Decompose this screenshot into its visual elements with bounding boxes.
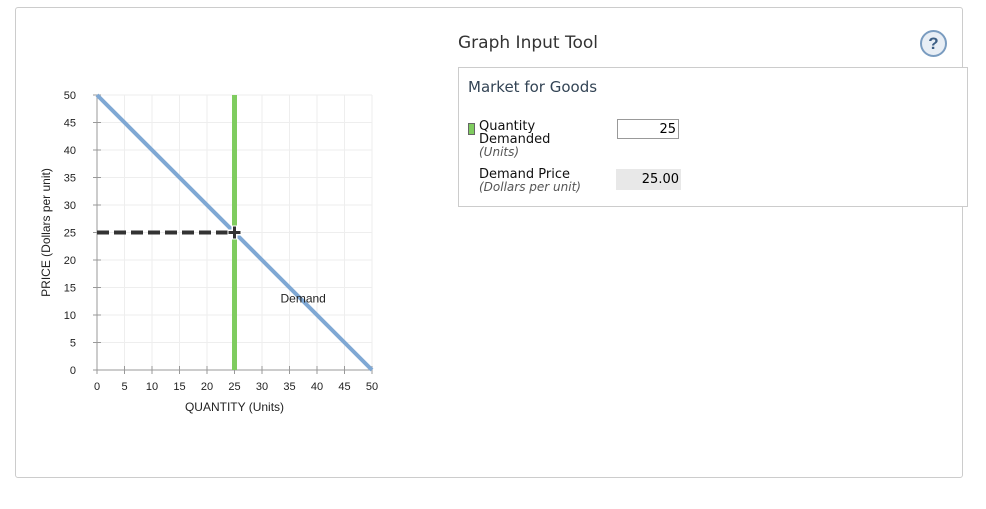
price-label: Demand Price (Dollars per unit) (479, 168, 581, 194)
y-axis-label: PRICE (Dollars per unit) (39, 168, 53, 297)
y-tick-label: 50 (64, 90, 76, 102)
x-tick-label: 40 (311, 381, 323, 393)
quantity-unit: (Units) (479, 145, 520, 159)
x-tick-label: 15 (173, 381, 185, 393)
x-tick-label: 30 (256, 381, 268, 393)
demand-price-output: 25.00 (616, 169, 681, 190)
price-unit: (Dollars per unit) (479, 180, 581, 194)
x-tick-label: 10 (146, 381, 158, 393)
y-tick-label: 20 (64, 255, 76, 267)
x-tick-label: 45 (338, 381, 350, 393)
x-axis-label: QUANTITY (Units) (185, 400, 284, 414)
panel-title: Market for Goods (468, 78, 598, 96)
x-tick-label: 25 (228, 381, 240, 393)
y-tick-label: 40 (64, 145, 76, 157)
y-tick-label: 25 (64, 228, 76, 240)
y-tick-label: 10 (64, 310, 76, 322)
demand-label: Demand (281, 292, 326, 306)
y-tick-label: 35 (64, 173, 76, 185)
demand-graph[interactable]: 0 5 10 15 20 25 30 35 40 45 50 0 5 10 15 20 25 30 35 40 45 50… (0, 0, 460, 480)
tool-title: Graph Input Tool (458, 33, 598, 53)
y-tick-label: 30 (64, 200, 76, 212)
y-tick-label: 5 (70, 338, 76, 350)
help-icon[interactable]: ? (920, 30, 947, 57)
y-tick-label: 15 (64, 283, 76, 295)
x-tick-label: 50 (366, 381, 378, 393)
y-tick-label: 45 (64, 118, 76, 130)
y-tick-label: 0 (70, 365, 76, 377)
x-tick-label: 0 (94, 381, 100, 393)
quantity-demanded-input[interactable] (617, 119, 679, 139)
x-tick-label: 20 (201, 381, 213, 393)
quantity-swatch (468, 123, 475, 135)
market-panel: Market for Goods Quantity Demanded (Unit… (458, 67, 968, 207)
x-tick-label: 35 (283, 381, 295, 393)
x-tick-label: 5 (121, 381, 127, 393)
quantity-label: Quantity Demanded (Units) (479, 120, 550, 159)
